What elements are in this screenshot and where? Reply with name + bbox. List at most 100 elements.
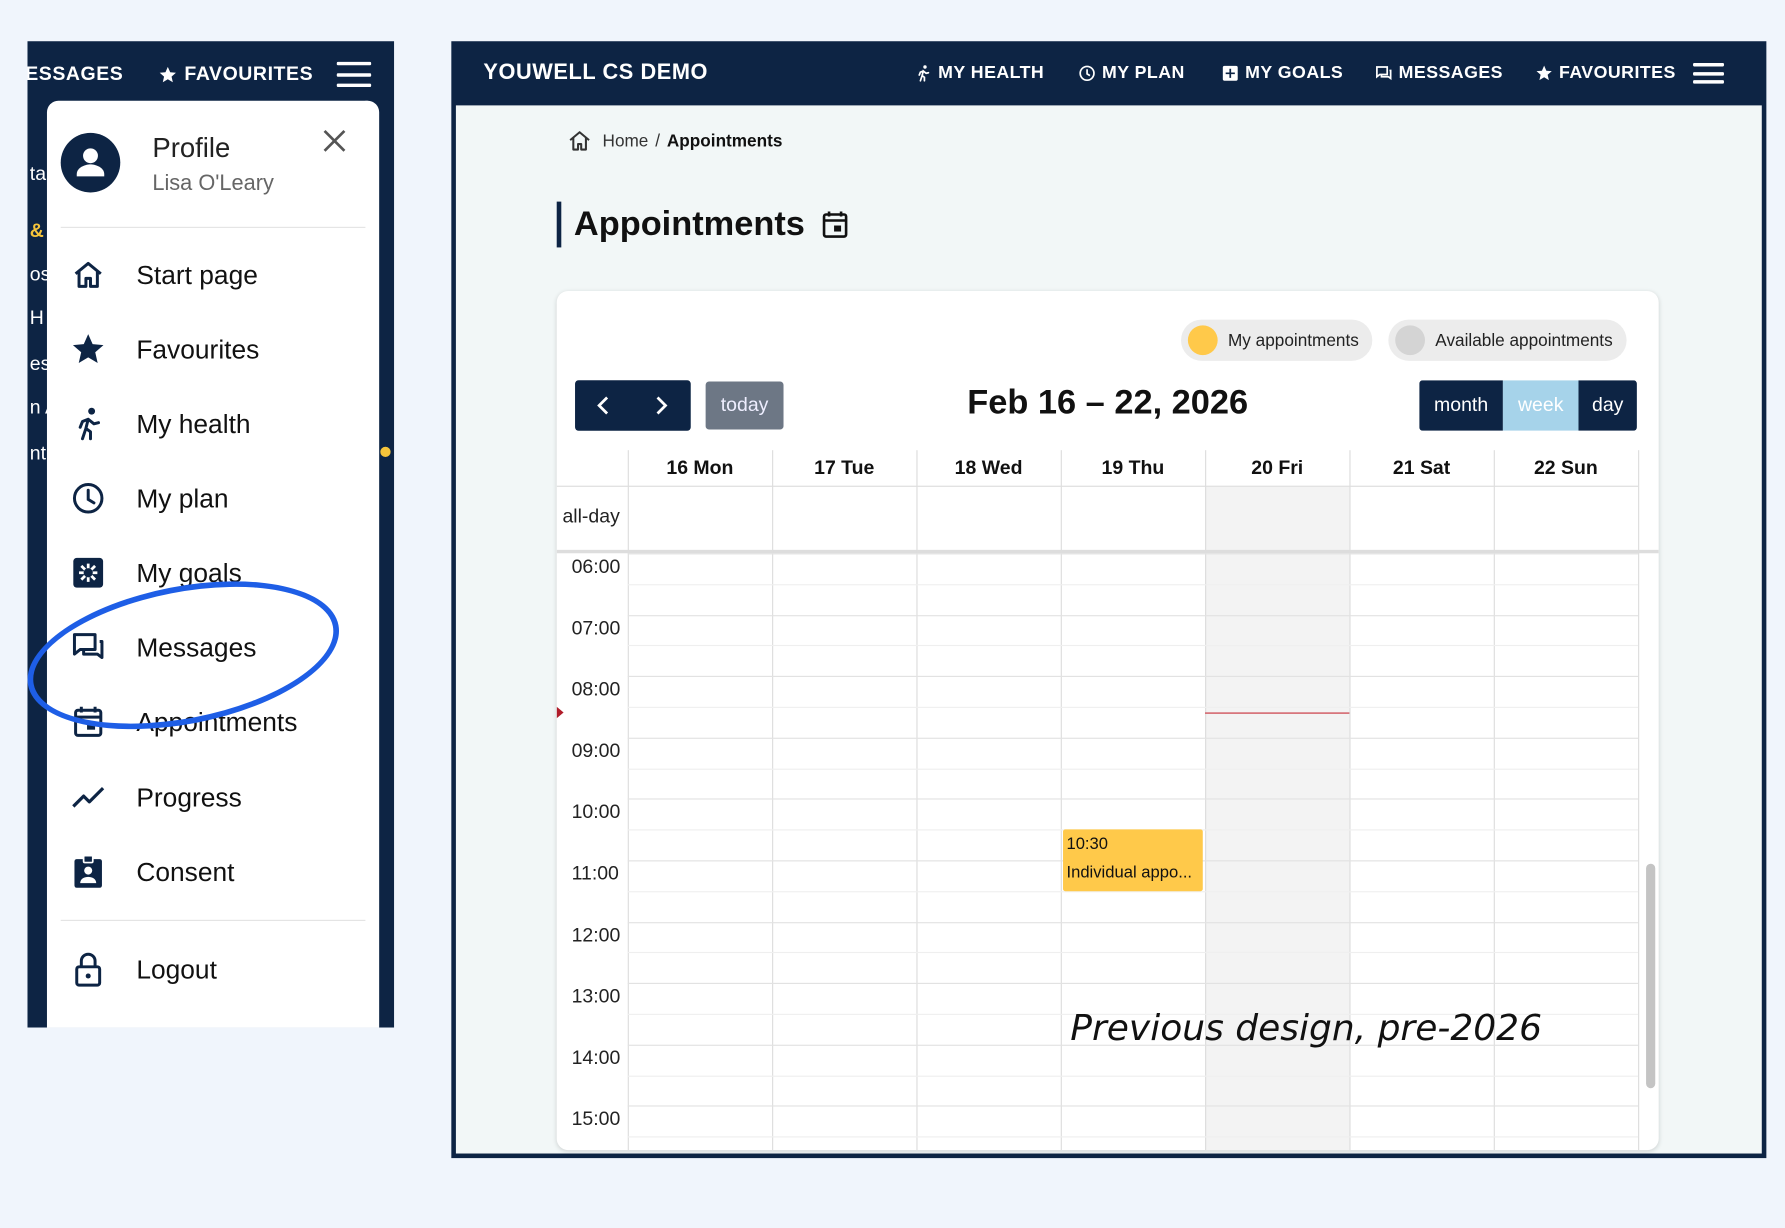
home-icon[interactable] [566, 128, 593, 153]
nav-label: MY HEALTH [938, 63, 1045, 83]
runner-icon [918, 65, 930, 82]
day-header: 17 Tue [814, 457, 875, 479]
nav-favourites[interactable]: FAVOURITES [158, 63, 313, 86]
menu-item-my-health[interactable]: My health [70, 401, 368, 447]
day-header: 19 Thu [1101, 457, 1165, 479]
grid-row-line [627, 952, 1639, 954]
grid-row-line [627, 1136, 1639, 1138]
view-switcher: month week day [1419, 380, 1637, 431]
menu-item-favourites[interactable]: Favourites [70, 326, 368, 372]
divider [60, 226, 366, 228]
divider [60, 919, 366, 921]
desktop-screen: YOUWELL CS DEMO MY HEALTH MY PLAN MY GOA… [451, 41, 1767, 1159]
grid-row-line [627, 706, 1639, 708]
runner-icon [78, 407, 101, 441]
legend-swatch-available [1395, 325, 1426, 356]
nav-my-health[interactable]: MY HEALTH [914, 63, 1044, 84]
nav-messages-partial[interactable]: ESSAGES [27, 63, 123, 86]
calendar-nav-group [575, 380, 691, 431]
prev-week-button[interactable] [575, 380, 632, 430]
grid-row-line [627, 768, 1639, 770]
star-icon [72, 334, 104, 363]
notification-dot [380, 446, 391, 458]
day-header: 18 Wed [954, 457, 1023, 479]
star-icon [159, 66, 176, 82]
menu-item-start-page[interactable]: Start page [70, 252, 368, 298]
day-header: 22 Sun [1533, 457, 1598, 479]
day-header: 20 Fri [1251, 457, 1304, 479]
nav-favourites[interactable]: FAVOURITES [1535, 63, 1676, 84]
page-title-text: Appointments [573, 205, 805, 243]
current-time-arrow [556, 707, 564, 719]
nav-label: MY GOALS [1245, 63, 1344, 83]
event-title: Individual appo... [1066, 863, 1193, 883]
legend-swatch-my [1187, 325, 1218, 356]
grid-row-line [627, 983, 1639, 985]
calendar-event[interactable]: 10:30 Individual appo... [1063, 829, 1203, 891]
hour-label: 09:00 [571, 739, 621, 762]
menu-item-my-plan[interactable]: My plan [70, 475, 368, 521]
hour-label: 15:00 [571, 1108, 621, 1130]
nav-favourites-label: FAVOURITES [184, 63, 314, 85]
page-title: Appointments [556, 201, 851, 248]
event-time: 10:30 [1066, 835, 1109, 854]
main-content: Home / Appointments Appointments My appo… [455, 105, 1762, 1154]
lock-icon [75, 952, 102, 987]
grid-row-line [627, 1105, 1639, 1108]
hour-label: 11:00 [571, 862, 619, 885]
all-day-label: all-day [562, 505, 620, 527]
brand-logo[interactable]: YOUWELL CS DEMO [483, 61, 708, 86]
today-column-highlight [1205, 486, 1350, 1151]
next-week-button[interactable] [632, 380, 689, 430]
current-time-indicator [1205, 712, 1350, 715]
messages-icon [1376, 66, 1392, 81]
hour-label: 07:00 [571, 616, 621, 639]
view-day-button[interactable]: day [1578, 380, 1637, 431]
grid-row-line [627, 553, 1639, 555]
avatar [60, 132, 121, 193]
hour-label: 10:00 [571, 801, 621, 823]
hour-label: 14:00 [571, 1046, 621, 1069]
menu-item-consent[interactable]: Consent [70, 849, 368, 895]
calendar-icon [822, 211, 848, 238]
profile-title[interactable]: Profile [152, 133, 230, 165]
top-nav-bar: YOUWELL CS DEMO MY HEALTH MY PLAN MY GOA… [451, 41, 1766, 105]
legend-available-appointments[interactable]: Available appointments [1388, 319, 1627, 361]
grid-column-line [1638, 450, 1640, 1151]
figure-caption: Previous design, pre-2026 [1070, 1008, 1542, 1049]
grid-row-line [627, 921, 1639, 923]
clock-icon [72, 483, 104, 514]
legend-label: Available appointments [1435, 330, 1613, 350]
hamburger-menu-icon[interactable] [336, 61, 372, 88]
grid-row-line [627, 737, 1639, 739]
today-button[interactable]: today [705, 381, 784, 430]
goals-icon [1222, 65, 1238, 81]
day-header: 16 Mon [666, 457, 734, 479]
menu-item-logout[interactable]: Logout [70, 946, 368, 992]
hour-label: 12:00 [571, 923, 621, 946]
nav-my-goals[interactable]: MY GOALS [1221, 63, 1343, 84]
menu-item-label: Progress [136, 781, 242, 812]
menu-item-label: Consent [136, 856, 235, 887]
hamburger-menu-icon[interactable] [1693, 63, 1724, 84]
view-month-button[interactable]: month [1419, 380, 1503, 431]
legend-my-appointments[interactable]: My appointments [1181, 319, 1373, 361]
goals-icon [73, 557, 104, 588]
calendar-scrollbar[interactable] [1646, 863, 1656, 1089]
menu-item-progress[interactable]: Progress [70, 774, 368, 820]
day-header: 21 Sat [1392, 457, 1451, 479]
breadcrumb: Home / Appointments [566, 128, 782, 153]
breadcrumb-home[interactable]: Home [603, 131, 649, 150]
grid-row-line [627, 645, 1639, 647]
nav-messages[interactable]: MESSAGES [1375, 63, 1503, 84]
hour-label: 08:00 [571, 678, 621, 701]
profile-name: Lisa O'Leary [152, 171, 274, 196]
view-week-button[interactable]: week [1502, 380, 1579, 431]
nav-my-plan[interactable]: MY PLAN [1078, 63, 1185, 84]
grid-row-line [627, 614, 1639, 616]
legend-label: My appointments [1227, 330, 1359, 350]
grid-row-line [627, 1075, 1639, 1077]
menu-item-label: My plan [136, 482, 229, 513]
person-icon [76, 148, 105, 177]
close-icon[interactable] [320, 126, 350, 156]
